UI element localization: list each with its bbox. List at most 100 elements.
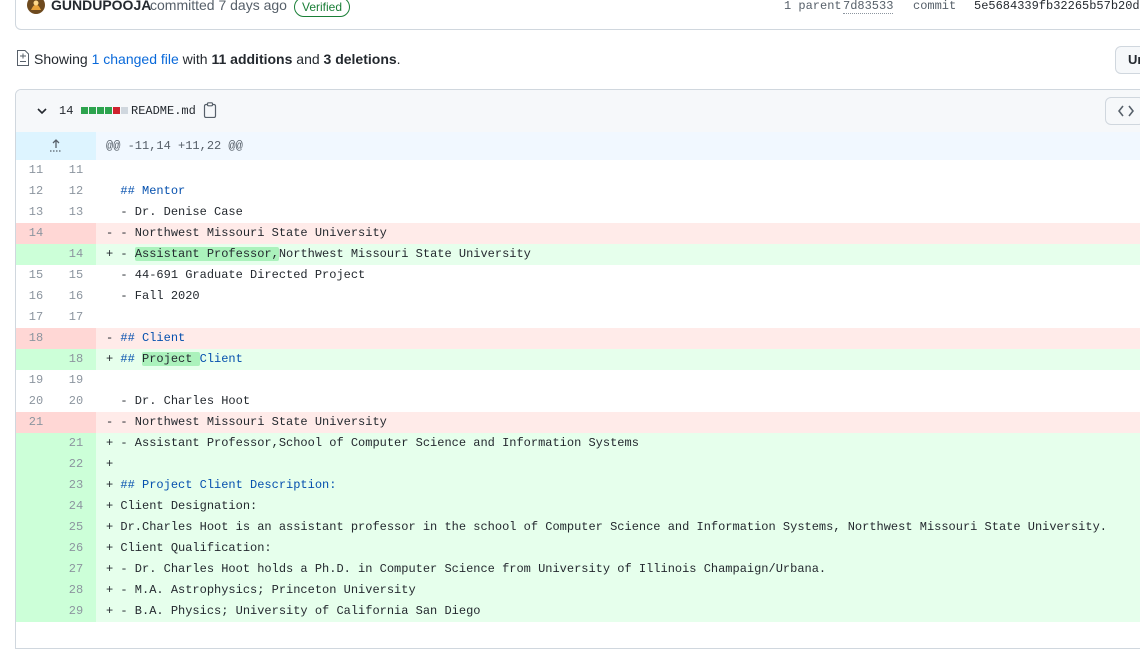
new-line-number[interactable]: 18	[56, 349, 96, 370]
diff-line-added: 28 + - M.A. Astrophysics; Princeton Unive…	[16, 580, 1140, 601]
diffstat-bar	[81, 107, 128, 114]
diffstat-block	[105, 107, 112, 114]
old-line-number[interactable]	[16, 538, 56, 559]
code-text: Client	[199, 352, 243, 366]
old-line-number[interactable]: 12	[16, 181, 56, 202]
new-line-number[interactable]: 24	[56, 496, 96, 517]
code-text: - Fall 2020	[120, 289, 200, 303]
old-line-number[interactable]: 16	[16, 286, 56, 307]
diff-line-context: 20 20 - Dr. Charles Hoot	[16, 391, 1140, 412]
new-line-number[interactable]: 21	[56, 433, 96, 454]
diff-line-context: 12 12 ## Mentor	[16, 181, 1140, 202]
hunk-header: @@ -11,14 +11,22 @@	[16, 132, 1140, 160]
diff-line-code: + - Assistant Professor,Northwest Missou…	[106, 244, 531, 265]
diffstat-count: 14	[59, 104, 74, 118]
old-line-number[interactable]	[16, 454, 56, 475]
parent-label: 1 parent	[784, 0, 842, 13]
new-line-number[interactable]: 15	[56, 265, 96, 286]
old-line-number[interactable]: 14	[16, 223, 56, 244]
chevron-down-icon[interactable]	[36, 105, 48, 117]
diff-line-code: + ## Project Client	[106, 349, 243, 370]
diff-line-added: 27 + - Dr. Charles Hoot holds a Ph.D. in …	[16, 559, 1140, 580]
diff-line-code: - ## Client	[106, 328, 185, 349]
old-line-number[interactable]	[16, 475, 56, 496]
diff-line-context: 15 15 - 44-691 Graduate Directed Project	[16, 265, 1140, 286]
new-line-number[interactable]: 29	[56, 601, 96, 622]
commit-author-link[interactable]: GUNDUPOOJA	[51, 0, 151, 13]
old-line-number[interactable]: 19	[16, 370, 56, 391]
new-line-number[interactable]: 23	[56, 475, 96, 496]
parent-sha-link[interactable]: 7d83533	[843, 0, 894, 14]
code-text: - Dr. Denise Case	[120, 205, 243, 219]
old-line-number[interactable]: 18	[16, 328, 56, 349]
diff-line-context: 16 16 - Fall 2020	[16, 286, 1140, 307]
new-line-number[interactable]	[56, 328, 96, 349]
old-line-number[interactable]: 17	[16, 307, 56, 328]
diff-line-deleted: 21 - - Northwest Missouri State Universit…	[16, 412, 1140, 433]
old-line-number[interactable]	[16, 433, 56, 454]
code-text: - Northwest Missouri State University	[120, 415, 387, 429]
code-text: Client Designation:	[120, 499, 258, 513]
code-text: - B.A. Physics; University of California…	[120, 604, 481, 618]
old-line-number[interactable]	[16, 559, 56, 580]
code-text: ## Mentor	[120, 184, 186, 198]
old-line-number[interactable]: 15	[16, 265, 56, 286]
unified-view-button[interactable]: Ur	[1115, 46, 1140, 74]
summary-text: with	[178, 51, 212, 67]
diff-line-added: 18 + ## Project Client	[16, 349, 1140, 370]
new-line-number[interactable]	[56, 412, 96, 433]
commit-label: commit	[913, 0, 957, 13]
new-line-number[interactable]	[56, 223, 96, 244]
new-line-number[interactable]: 13	[56, 202, 96, 223]
old-line-number[interactable]	[16, 496, 56, 517]
file-header: 14 README.md	[16, 90, 1140, 133]
old-line-number[interactable]	[16, 601, 56, 622]
diff-line-added: 22 +	[16, 454, 1140, 475]
diff-line-added: 24 + Client Designation:	[16, 496, 1140, 517]
old-line-number[interactable]	[16, 349, 56, 370]
diff-line-code: - Dr. Charles Hoot	[106, 391, 250, 412]
old-line-number[interactable]	[16, 517, 56, 538]
diff-line-code: + - Dr. Charles Hoot holds a Ph.D. in Co…	[106, 559, 826, 580]
diff-table: @@ -11,14 +11,22 @@ 11 11 12 12 ## Mentor 1…	[16, 132, 1140, 622]
new-line-number[interactable]: 25	[56, 517, 96, 538]
expand-up-icon	[50, 139, 62, 152]
diff-line-code: - - Northwest Missouri State University	[106, 223, 387, 244]
new-line-number[interactable]: 20	[56, 391, 96, 412]
new-line-number[interactable]: 19	[56, 370, 96, 391]
old-line-number[interactable]: 13	[16, 202, 56, 223]
diff-sign: +	[106, 352, 114, 366]
code-text: - Dr. Charles Hoot	[120, 394, 251, 408]
old-line-number[interactable]: 11	[16, 160, 56, 181]
new-line-number[interactable]: 26	[56, 538, 96, 559]
diff-line-deleted: 14 - - Northwest Missouri State Universit…	[16, 223, 1140, 244]
new-line-number[interactable]: 14	[56, 244, 96, 265]
old-line-number[interactable]	[16, 580, 56, 601]
verified-badge[interactable]: Verified	[294, 0, 351, 17]
old-line-number[interactable]: 20	[16, 391, 56, 412]
new-line-number[interactable]: 11	[56, 160, 96, 181]
new-line-number[interactable]: 16	[56, 286, 96, 307]
display-source-button[interactable]	[1105, 97, 1140, 125]
additions-count: 11 additions	[211, 51, 293, 67]
old-line-number[interactable]	[16, 244, 56, 265]
new-line-number[interactable]: 28	[56, 580, 96, 601]
new-line-number[interactable]: 27	[56, 559, 96, 580]
changed-files-link[interactable]: 1 changed file	[92, 51, 179, 67]
file-diff: 14 README.md @@ -11,14 +11,22 @@ 11 11 12…	[15, 89, 1140, 649]
old-line-number[interactable]: 21	[16, 412, 56, 433]
diff-sign	[106, 373, 113, 387]
diffstat-block	[89, 107, 96, 114]
file-name-link[interactable]: README.md	[131, 104, 196, 118]
new-line-number[interactable]: 12	[56, 181, 96, 202]
file-diff-icon	[17, 50, 29, 66]
new-line-number[interactable]: 22	[56, 454, 96, 475]
avatar[interactable]	[27, 0, 45, 14]
commit-sha: 5e5684339fb32265b57b20d8c62f	[974, 0, 1140, 13]
diff-sign: +	[106, 520, 114, 534]
copy-icon[interactable]	[203, 102, 217, 118]
expand-up-button[interactable]	[16, 132, 96, 160]
new-line-number[interactable]: 17	[56, 307, 96, 328]
diff-line-added: 29 + - B.A. Physics; University of Califo…	[16, 601, 1140, 622]
diff-line-context: 11 11	[16, 160, 1140, 181]
